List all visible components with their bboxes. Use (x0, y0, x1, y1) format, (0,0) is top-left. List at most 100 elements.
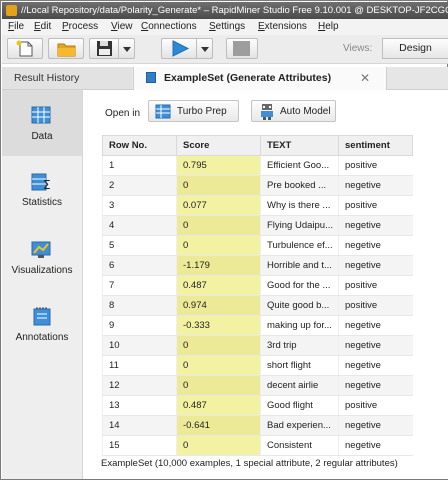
close-icon[interactable]: ✕ (360, 71, 370, 85)
cell-text: decent airlie (260, 375, 339, 396)
menu-extensions[interactable]: Extensions (258, 19, 307, 35)
cell-text: Good flight (260, 395, 339, 416)
run-dropdown-button[interactable] (197, 38, 213, 59)
cell-text: Quite good b... (260, 295, 339, 316)
menu-edit[interactable]: Edit (34, 19, 51, 35)
chevron-down-icon (123, 47, 131, 52)
cell-row-no: 11 (102, 355, 177, 376)
cell-score: 0 (176, 355, 261, 376)
run-process-button[interactable] (161, 38, 197, 59)
cell-score: 0 (176, 435, 261, 456)
new-process-button[interactable] (7, 38, 43, 59)
cell-sentiment: negetive (338, 175, 413, 196)
open-in-label: Open in (105, 108, 141, 119)
stop-icon (233, 41, 250, 56)
sidebar-item-data[interactable]: Data (2, 90, 82, 156)
table-row[interactable]: 8 0.974 Quite good b... positive (102, 295, 413, 316)
turbo-prep-icon (155, 104, 171, 119)
cell-text: Good for the ... (260, 275, 339, 296)
menu-connections[interactable]: Connections (141, 19, 197, 35)
menu-settings[interactable]: Settings (209, 19, 245, 35)
column-header-score[interactable]: Score (176, 135, 261, 156)
cell-row-no: 2 (102, 175, 177, 196)
cell-text: 3rd trip (260, 335, 339, 356)
cell-sentiment: negetive (338, 215, 413, 236)
save-dropdown-button[interactable] (119, 38, 135, 59)
table-row[interactable]: 3 0.077 Why is there ... positive (102, 195, 413, 216)
cell-text: Pre booked ... (260, 175, 339, 196)
folder-icon (57, 43, 76, 57)
cell-row-no: 7 (102, 275, 177, 296)
column-header-row-no[interactable]: Row No. (102, 135, 177, 156)
notepad-icon (33, 307, 51, 326)
table-row[interactable]: 9 -0.333 making up for... negetive (102, 315, 413, 336)
robot-icon (261, 104, 273, 120)
cell-score: 0.487 (176, 275, 261, 296)
cell-sentiment: positive (338, 275, 413, 296)
window-title: //Local Repository/data/Polarity_Generat… (21, 5, 448, 16)
view-sidebar: Data Σ Statistics Visualizations Annotat… (2, 90, 83, 479)
cell-text: Horrible and t... (260, 255, 339, 276)
design-view-button[interactable]: Design (382, 38, 448, 59)
sidebar-item-label: Annotations (15, 332, 69, 343)
cell-text: Consistent (260, 435, 339, 456)
cell-row-no: 13 (102, 395, 177, 416)
table-icon (31, 106, 51, 124)
auto-model-button[interactable]: Auto Model (251, 100, 336, 122)
menu-file[interactable]: File (8, 19, 24, 35)
cell-score: 0 (176, 175, 261, 196)
cell-score: -0.641 (176, 415, 261, 436)
save-process-button[interactable] (89, 38, 119, 59)
cell-sentiment: positive (338, 155, 413, 176)
exampleset-summary: ExampleSet (10,000 examples, 1 special a… (101, 458, 398, 469)
svg-text:Σ: Σ (43, 178, 51, 191)
title-bar: //Local Repository/data/Polarity_Generat… (2, 2, 448, 19)
cell-text: Flying Udaipu... (260, 215, 339, 236)
cell-row-no: 15 (102, 435, 177, 456)
column-header-text[interactable]: TEXT (260, 135, 339, 156)
menu-bar: File Edit Process View Connections Setti… (2, 19, 448, 35)
table-row[interactable]: 5 0 Turbulence ef... negetive (102, 235, 413, 256)
cell-row-no: 10 (102, 335, 177, 356)
open-process-button[interactable] (48, 38, 84, 59)
table-row[interactable]: 4 0 Flying Udaipu... negetive (102, 215, 413, 236)
play-icon (172, 40, 190, 57)
sidebar-item-annotations[interactable]: Annotations (2, 304, 82, 354)
table-row[interactable]: 12 0 decent airlie negetive (102, 375, 413, 396)
toolbar: Views: Design (2, 35, 448, 64)
cell-row-no: 14 (102, 415, 177, 436)
table-row[interactable]: 6 -1.179 Horrible and t... negetive (102, 255, 413, 276)
chevron-down-icon (201, 47, 209, 52)
cell-sentiment: positive (338, 195, 413, 216)
cell-row-no: 1 (102, 155, 177, 176)
menu-process[interactable]: Process (62, 19, 98, 35)
table-icon (146, 72, 156, 83)
tab-exampleset[interactable]: ExampleSet (Generate Attributes) ✕ (133, 67, 387, 90)
sidebar-item-statistics[interactable]: Σ Statistics (2, 170, 82, 220)
cell-score: -1.179 (176, 255, 261, 276)
table-row[interactable]: 15 0 Consistent negetive (102, 435, 413, 456)
table-row[interactable]: 7 0.487 Good for the ... positive (102, 275, 413, 296)
chart-icon (31, 241, 51, 258)
sidebar-item-visualizations[interactable]: Visualizations (2, 237, 82, 287)
table-row[interactable]: 13 0.487 Good flight positive (102, 395, 413, 416)
menu-view[interactable]: View (111, 19, 133, 35)
cell-text: making up for... (260, 315, 339, 336)
cell-score: 0 (176, 375, 261, 396)
table-row[interactable]: 11 0 short flight negetive (102, 355, 413, 376)
table-row[interactable]: 1 0.795 Efficient Goo... positive (102, 155, 413, 176)
cell-row-no: 3 (102, 195, 177, 216)
table-row[interactable]: 14 -0.641 Bad experien... negetive (102, 415, 413, 436)
table-row[interactable]: 2 0 Pre booked ... negetive (102, 175, 413, 196)
tab-result-history[interactable]: Result History (2, 67, 132, 89)
column-header-sentiment[interactable]: sentiment (338, 135, 413, 156)
cell-score: 0 (176, 215, 261, 236)
table-row[interactable]: 10 0 3rd trip negetive (102, 335, 413, 356)
turbo-prep-button[interactable]: Turbo Prep (148, 100, 239, 122)
cell-sentiment: positive (338, 295, 413, 316)
menu-help[interactable]: Help (318, 19, 339, 35)
auto-model-label: Auto Model (280, 106, 331, 117)
cell-text: short flight (260, 355, 339, 376)
stop-process-button[interactable] (226, 38, 258, 59)
turbo-prep-label: Turbo Prep (177, 106, 227, 117)
